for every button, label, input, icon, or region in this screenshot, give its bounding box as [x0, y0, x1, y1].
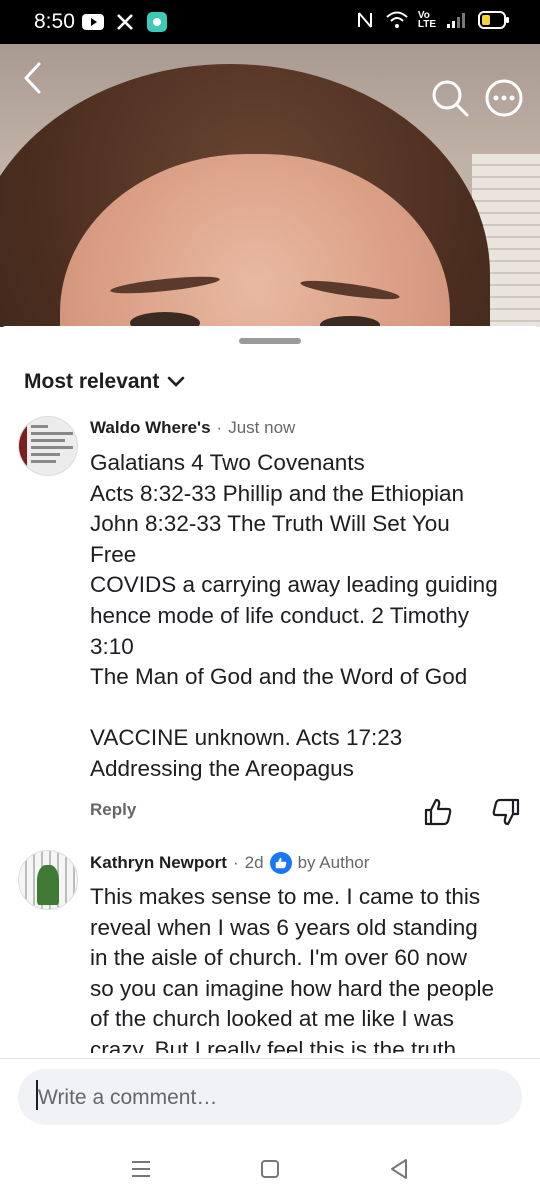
comment-body: This makes sense to me. I came to this r…	[90, 882, 530, 1053]
comment-line: crazy. But I really feel this is the tru…	[90, 1036, 463, 1053]
avatar[interactable]	[18, 416, 78, 476]
comment-time[interactable]: Just now	[228, 418, 295, 438]
comment-line: reveal when I was 6 years old standing	[90, 914, 478, 940]
like-button[interactable]	[422, 796, 454, 828]
search-button[interactable]	[430, 78, 470, 118]
comment-author[interactable]: Kathryn Newport	[90, 853, 227, 873]
comment-line: of the church looked at me like I was	[90, 1006, 454, 1032]
comment-body: Galatians 4 Two Covenants Acts 8:32-33 P…	[90, 448, 530, 785]
comment-line: VACCINE unknown. Acts 17:23	[90, 725, 403, 751]
status-time: 8:50	[34, 10, 75, 33]
comment-meta: Waldo Where's · Just now	[90, 418, 295, 438]
thumbs-down-icon	[492, 798, 520, 826]
sort-label: Most relevant	[24, 370, 160, 393]
notification-icons	[82, 12, 168, 32]
menu-lines-icon	[132, 1161, 150, 1177]
comment-line: Galatians 4 Two Covenants	[90, 450, 365, 475]
nfc-icon	[354, 10, 376, 30]
comment-line: John 8:32-33 The Truth Will Set You	[90, 511, 450, 537]
comment-meta: Kathryn Newport · 2d by Author	[90, 852, 369, 874]
status-bar: 8:50 Vo LTE	[0, 0, 540, 44]
comment-composer[interactable]	[18, 1069, 522, 1127]
reply-button[interactable]: Reply	[90, 800, 136, 820]
chevron-down-icon	[168, 376, 185, 387]
home-button[interactable]	[255, 1154, 285, 1184]
back-nav-button[interactable]	[384, 1154, 414, 1184]
comment-input[interactable]	[36, 1069, 500, 1127]
signal-icon	[446, 10, 468, 30]
back-button[interactable]	[12, 58, 52, 98]
youtube-icon	[82, 12, 104, 32]
dislike-button[interactable]	[490, 796, 522, 828]
text-caret	[36, 1080, 38, 1110]
comment-line: Free	[90, 541, 137, 567]
search-icon	[432, 80, 469, 117]
composer-divider	[0, 1058, 540, 1059]
battery-icon	[478, 10, 510, 30]
sheet-drag-handle[interactable]	[239, 338, 301, 344]
meta-separator: ·	[232, 853, 239, 872]
home-square-icon	[261, 1160, 279, 1178]
photo-eye-left	[130, 312, 200, 327]
volte-label: Vo LTE	[417, 11, 436, 30]
comment-line: The Man of God and the Word of God	[90, 664, 468, 690]
back-triangle-icon	[391, 1159, 407, 1179]
comment-line: Addressing the Areopagus	[90, 755, 354, 781]
thumbs-up-icon	[424, 798, 452, 826]
comment-line: hence mode of life conduct. 2 Timothy	[90, 602, 469, 628]
comment-line: 3:10	[90, 633, 134, 659]
chevron-left-icon	[23, 62, 41, 94]
avatar-text-image	[31, 425, 73, 467]
more-options-button[interactable]	[484, 78, 524, 118]
meta-separator: ·	[216, 418, 223, 437]
author-badge-label: by Author	[297, 853, 370, 872]
comment-line: COVIDS a carrying away leading guiding	[90, 572, 498, 598]
volte-bottom: LTE	[417, 19, 436, 30]
system-nav-bar	[0, 1136, 540, 1200]
sort-dropdown[interactable]: Most relevant	[24, 370, 185, 394]
avatar-plant	[37, 865, 59, 905]
like-badge-icon	[269, 852, 292, 874]
comment-time[interactable]: 2d	[245, 853, 264, 873]
comment-line: This makes sense to me. I came to this	[90, 884, 481, 909]
comment-line: in the aisle of church. I'm over 60 now	[90, 945, 467, 971]
recent-apps-button[interactable]	[126, 1154, 156, 1184]
app-notification-icon	[146, 12, 168, 32]
avatar-bar	[19, 417, 27, 475]
more-options-icon	[485, 79, 523, 117]
system-icons: Vo LTE	[354, 10, 510, 30]
wifi-icon	[386, 10, 408, 30]
comment-author[interactable]: Waldo Where's	[90, 418, 211, 438]
x-app-icon	[114, 12, 136, 32]
avatar[interactable]	[18, 850, 78, 910]
comment-line: Acts 8:32-33 Phillip and the Ethiopian	[90, 480, 464, 506]
comment-line	[90, 693, 530, 724]
comment-line: so you can imagine how hard the people	[90, 975, 495, 1001]
